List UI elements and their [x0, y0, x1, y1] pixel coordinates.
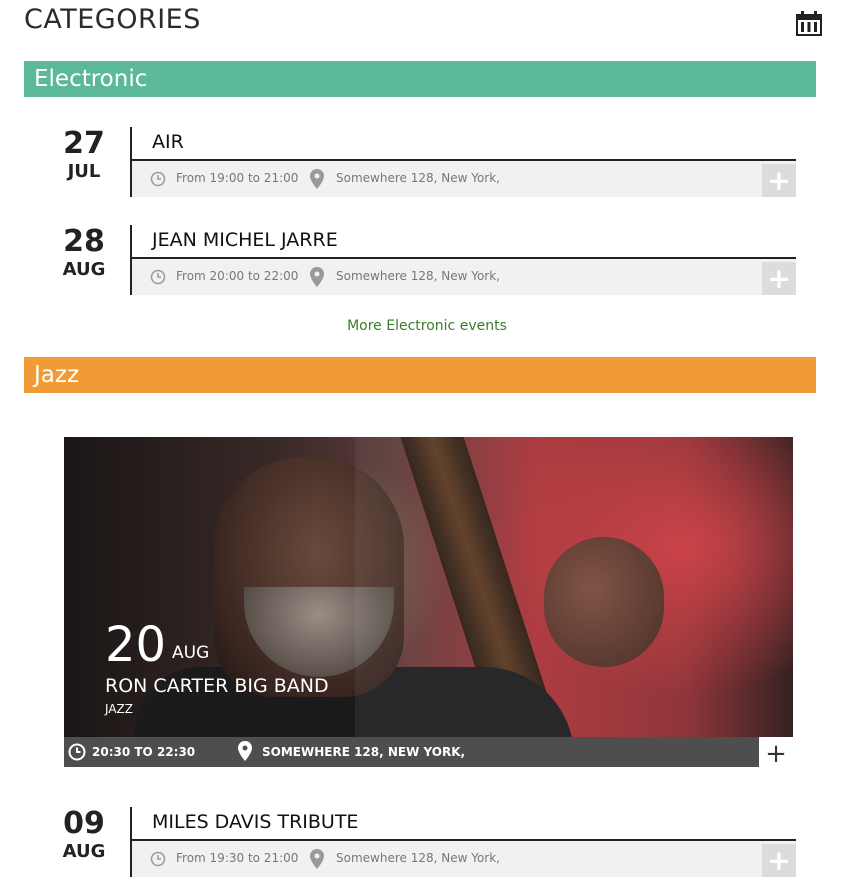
- category-header-electronic[interactable]: Electronic: [24, 61, 816, 97]
- event-title[interactable]: JEAN MICHEL JARRE: [152, 229, 338, 251]
- event-time: From 20:00 to 22:00: [176, 269, 299, 283]
- featured-location: SOMEWHERE 128, NEW YORK,: [262, 745, 466, 759]
- event-day: 27: [63, 126, 105, 161]
- featured-month: AUG: [172, 643, 210, 663]
- event-item[interactable]: 28 AUG JEAN MICHEL JARRE From 20:00 to 2…: [44, 225, 796, 295]
- event-time: From 19:00 to 21:00: [176, 171, 299, 185]
- expand-plus-button[interactable]: +: [762, 262, 796, 295]
- clock-icon: [68, 743, 86, 761]
- featured-title[interactable]: RON CARTER BIG BAND: [105, 675, 329, 697]
- featured-expand-plus-button[interactable]: +: [759, 737, 793, 771]
- event-time: From 19:30 to 21:00: [176, 851, 299, 865]
- location-pin-icon: [310, 267, 324, 287]
- event-title[interactable]: AIR: [152, 131, 184, 153]
- calendar-icon[interactable]: [796, 10, 822, 36]
- event-day: 09: [63, 806, 105, 841]
- category-header-jazz[interactable]: Jazz: [24, 357, 816, 393]
- event-meta: From 19:00 to 21:00 Somewhere 128, New Y…: [132, 161, 796, 197]
- location-pin-icon: [238, 741, 252, 761]
- more-electronic-events-link[interactable]: More Electronic events: [0, 318, 854, 334]
- event-date: 27 JUL: [44, 127, 124, 183]
- event-month: AUG: [62, 841, 106, 862]
- expand-plus-button[interactable]: +: [762, 164, 796, 197]
- event-item[interactable]: 09 AUG MILES DAVIS TRIBUTE From 19:30 to…: [44, 807, 796, 877]
- event-location: Somewhere 128, New York,: [336, 851, 500, 865]
- photo-highlight: [355, 437, 793, 737]
- event-meta: From 20:00 to 22:00 Somewhere 128, New Y…: [132, 259, 796, 295]
- featured-meta-bar: 20:30 TO 22:30 SOMEWHERE 128, NEW YORK,: [64, 737, 759, 767]
- event-day: 28: [63, 224, 105, 259]
- event-month: JUL: [67, 161, 101, 182]
- clock-icon: [150, 851, 166, 867]
- event-date: 28 AUG: [44, 225, 124, 281]
- event-title[interactable]: MILES DAVIS TRIBUTE: [152, 811, 358, 833]
- location-pin-icon: [310, 169, 324, 189]
- event-date: 09 AUG: [44, 807, 124, 863]
- event-month: AUG: [62, 259, 106, 280]
- clock-icon: [150, 171, 166, 187]
- page-title: CATEGORIES: [24, 4, 201, 35]
- featured-category[interactable]: JAZZ: [105, 702, 133, 716]
- event-meta: From 19:30 to 21:00 Somewhere 128, New Y…: [132, 841, 796, 877]
- event-location: Somewhere 128, New York,: [336, 269, 500, 283]
- featured-day: 20: [105, 617, 167, 673]
- featured-time: 20:30 TO 22:30: [92, 745, 196, 759]
- event-location: Somewhere 128, New York,: [336, 171, 500, 185]
- expand-plus-button[interactable]: +: [762, 844, 796, 877]
- event-item[interactable]: 27 JUL AIR From 19:00 to 21:00 Somewhere…: [44, 127, 796, 197]
- location-pin-icon: [310, 849, 324, 869]
- featured-event-card[interactable]: 20 AUG RON CARTER BIG BAND JAZZ: [64, 437, 793, 737]
- clock-icon: [150, 269, 166, 285]
